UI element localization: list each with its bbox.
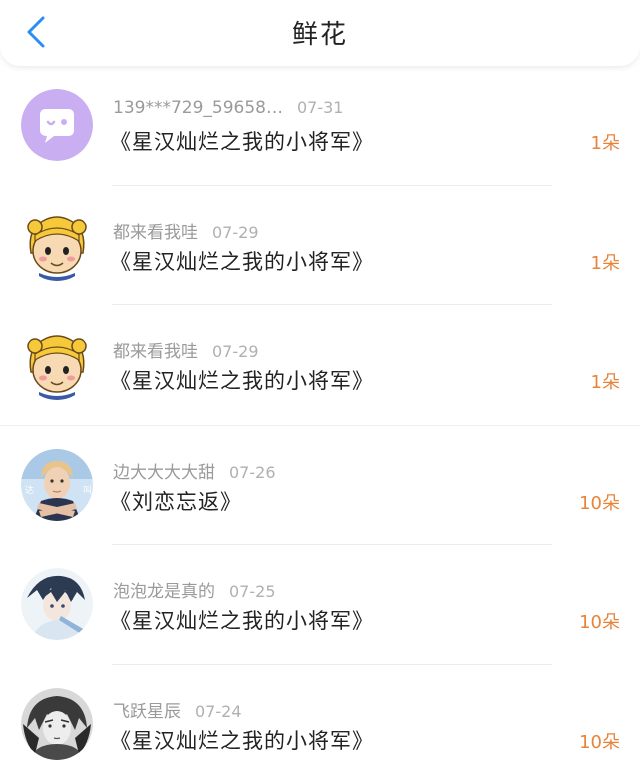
sender-name: 飞跃星辰	[113, 702, 181, 722]
book-title: 《星汉灿烂之我的小将军》	[110, 246, 374, 276]
send-date: 07-29	[212, 223, 259, 242]
sender-name: 139***729_59658…	[113, 98, 283, 118]
list-item[interactable]: 泡泡龙是真的 07-25 《星汉灿烂之我的小将军》 10朵	[0, 545, 640, 665]
anime-boy-avatar[interactable]	[21, 568, 93, 640]
svg-text:叫: 叫	[83, 485, 92, 496]
list-item[interactable]: 都来看我哇 07-29 《星汉灿烂之我的小将军》 1朵	[0, 186, 640, 306]
list-item[interactable]: 达 叫 边大大大大甜 07-26 《刘恋忘返》 10朵	[0, 426, 640, 546]
sender-name: 都来看我哇	[113, 223, 198, 243]
sender-name: 泡泡龙是真的	[113, 582, 215, 602]
flower-count: 1朵	[591, 129, 620, 155]
page-title: 鲜花	[0, 14, 640, 51]
book-title: 《星汉灿烂之我的小将军》	[110, 605, 374, 635]
send-date: 07-25	[229, 582, 276, 601]
person-photo-avatar[interactable]: 达 叫	[21, 449, 93, 521]
sender-info: 飞跃星辰 07-24	[113, 697, 242, 722]
cartoon-girl-avatar[interactable]	[21, 209, 93, 281]
sender-name: 都来看我哇	[113, 342, 198, 362]
list-item[interactable]: 飞跃星辰 07-24 《星汉灿烂之我的小将军》 10朵	[0, 665, 640, 784]
book-title: 《星汉灿烂之我的小将军》	[110, 365, 374, 395]
sender-info: 泡泡龙是真的 07-25	[113, 577, 276, 602]
flower-count: 1朵	[591, 368, 620, 394]
list-item[interactable]: 139***729_59658… 07-31 《星汉灿烂之我的小将军》 1朵	[0, 66, 640, 186]
flower-list: 139***729_59658… 07-31 《星汉灿烂之我的小将军》 1朵	[0, 66, 640, 784]
sender-info: 边大大大大甜 07-26	[113, 458, 276, 483]
send-date: 07-24	[195, 702, 242, 721]
sender-info: 都来看我哇 07-29	[113, 337, 259, 362]
flower-count: 10朵	[579, 608, 620, 634]
send-date: 07-29	[212, 342, 259, 361]
sketch-portrait-avatar[interactable]	[21, 688, 93, 760]
header-bar: 鲜花	[0, 0, 640, 66]
flower-count: 10朵	[579, 489, 620, 515]
list-item[interactable]: 都来看我哇 07-29 《星汉灿烂之我的小将军》 1朵	[0, 305, 640, 426]
sender-name: 边大大大大甜	[113, 463, 215, 483]
book-title: 《刘恋忘返》	[110, 486, 242, 516]
cartoon-girl-avatar[interactable]	[21, 328, 93, 400]
send-date: 07-31	[297, 98, 344, 117]
chat-bubble-avatar[interactable]	[21, 89, 93, 161]
book-title: 《星汉灿烂之我的小将军》	[110, 126, 374, 156]
flower-count: 1朵	[591, 249, 620, 275]
sender-info: 139***729_59658… 07-31	[113, 98, 343, 118]
flower-count: 10朵	[579, 728, 620, 754]
sender-info: 都来看我哇 07-29	[113, 218, 259, 243]
send-date: 07-26	[229, 463, 276, 482]
book-title: 《星汉灿烂之我的小将军》	[110, 725, 374, 755]
svg-text:达: 达	[25, 484, 34, 496]
